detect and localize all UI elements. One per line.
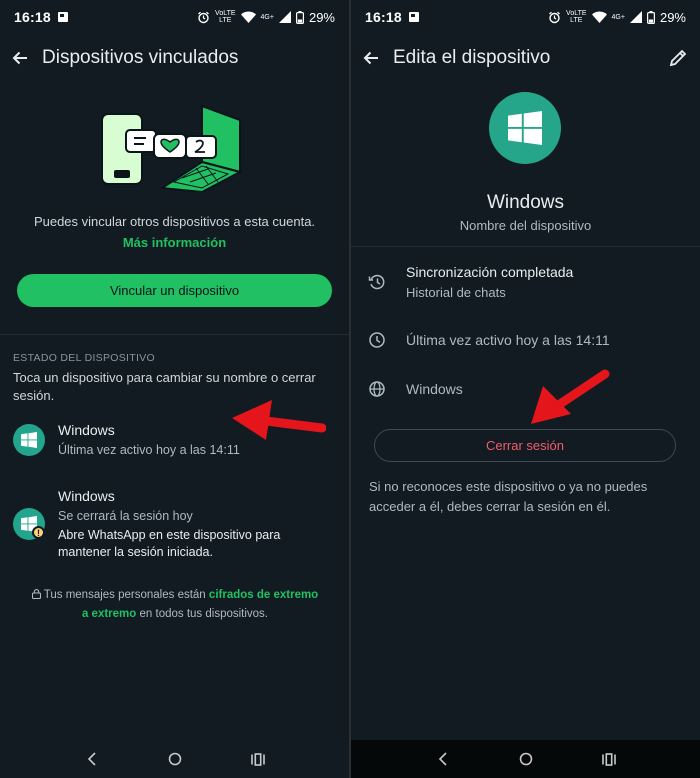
back-arrow-icon (363, 51, 378, 65)
back-button[interactable] (0, 40, 40, 76)
section-divider (351, 246, 700, 247)
warning-icon: ! (32, 526, 45, 539)
encryption-note: Tus mensajes personales están cifrados d… (30, 586, 320, 624)
device-name: Windows (58, 488, 115, 504)
nav-recents-icon (250, 752, 265, 766)
app-bar: Dispositivos vinculados (0, 40, 349, 76)
volte-indicator: VoLTE LTE (566, 10, 587, 24)
volte-indicator: VoLTE LTE (215, 10, 236, 24)
sync-status: Sincronización completada (406, 264, 574, 280)
signal-icon (629, 11, 642, 23)
link-device-button[interactable]: Vincular un dispositivo (17, 274, 332, 307)
device-avatar-large (489, 92, 561, 164)
alarm-icon (549, 11, 560, 23)
device-status-heading: ESTADO DEL DISPOSITIVO (13, 352, 155, 364)
globe-icon (369, 381, 385, 397)
nav-home-button[interactable] (163, 747, 187, 771)
alarm-icon (198, 11, 209, 23)
nav-back-button[interactable] (431, 747, 455, 771)
intro-text: Puedes vincular otros dispositivos a est… (33, 214, 316, 229)
device-hint-text: Toca un dispositivo para cambiar su nomb… (13, 370, 316, 403)
network-type: 4G+ (260, 13, 274, 21)
more-info-link[interactable]: Más información (0, 235, 349, 250)
battery-icon (295, 10, 304, 24)
nav-home-icon (519, 752, 532, 766)
nav-back-button[interactable] (80, 747, 104, 771)
back-button[interactable] (351, 40, 391, 76)
nav-recents-icon (601, 752, 616, 766)
system-nav-bar (0, 740, 349, 778)
nav-recents-button[interactable] (246, 747, 270, 771)
system-nav-bar (351, 740, 700, 778)
page-title: Edita el dispositivo (393, 47, 551, 68)
network-type: 4G+ (611, 13, 625, 21)
edit-device-screen: 16:18 VoLTE LTE 4G+ 29% Edita el disposit… (351, 0, 700, 778)
battery-level: 29% (659, 9, 686, 25)
nav-recents-button[interactable] (597, 747, 621, 771)
history-icon (368, 274, 385, 290)
device-last-active: Última vez activo hoy a las 14:11 (58, 443, 240, 457)
logout-note: Si no reconoces este dispositivo o ya no… (369, 479, 648, 514)
pencil-icon[interactable] (666, 46, 690, 70)
status-bar: 16:18 VoLTE LTE 4G+ 29% (0, 0, 349, 34)
device-logout-notice: Se cerrará la sesión hoy (58, 509, 193, 523)
device-item-windows-2[interactable]: ! Windows Se cerrará la sesión hoy Abre … (0, 484, 349, 564)
wifi-icon (240, 11, 256, 23)
status-bar: 16:18 VoLTE LTE 4G+ 29% (351, 0, 700, 34)
page-title: Dispositivos vinculados (42, 47, 239, 68)
last-active-text: Última vez activo hoy a las 14:11 (406, 332, 610, 348)
nav-home-icon (168, 752, 181, 766)
logout-button[interactable]: Cerrar sesión (374, 429, 676, 462)
back-arrow-icon (12, 51, 27, 65)
device-warning-text: Abre WhatsApp en este dispositivo para m… (58, 528, 281, 559)
device-name-title: Windows (486, 192, 565, 213)
nav-home-button[interactable] (514, 747, 538, 771)
app-bar: Edita el dispositivo (351, 40, 700, 76)
linked-devices-illustration (101, 104, 243, 192)
device-name: Windows (58, 422, 115, 438)
battery-icon (646, 10, 655, 24)
annotation-arrow (531, 369, 610, 424)
lock-icon (31, 589, 41, 600)
device-item-windows-1[interactable]: Windows Última vez activo hoy a las 14:1… (0, 418, 349, 470)
notification-icon (408, 12, 419, 22)
status-time: 16:18 (365, 9, 402, 25)
device-name-caption: Nombre del dispositivo (459, 218, 592, 233)
signal-icon (278, 11, 291, 23)
windows-logo-icon (21, 432, 37, 448)
status-time: 16:18 (14, 9, 51, 25)
notification-icon (57, 12, 68, 22)
wifi-icon (591, 11, 607, 23)
device-avatar (13, 424, 45, 456)
linked-devices-screen: 16:18 VoLTE LTE 4G+ 29% Dispositivos vinc… (0, 0, 349, 778)
clock-icon (369, 332, 385, 348)
nav-back-icon (438, 752, 447, 766)
nav-back-icon (87, 752, 96, 766)
windows-logo-icon (508, 111, 542, 145)
section-divider (0, 334, 349, 335)
sync-subtitle: Historial de chats (406, 285, 506, 300)
platform-text: Windows (406, 381, 463, 397)
battery-level: 29% (308, 9, 335, 25)
